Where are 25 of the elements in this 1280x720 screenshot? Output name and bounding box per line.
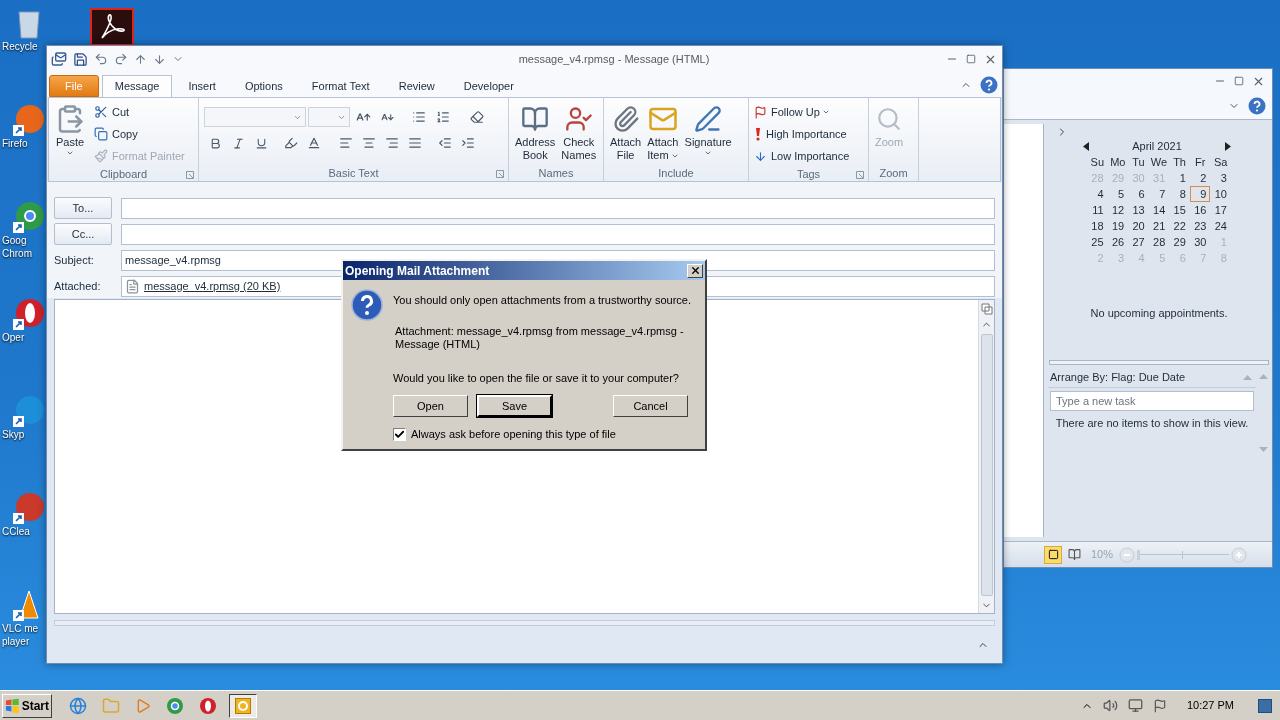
window-title: message_v4.rpmsg - Message (HTML): [517, 51, 711, 67]
group-label: Zoom: [879, 166, 908, 182]
group-label: Basic Text: [328, 166, 379, 182]
dialog-title: Opening Mail Attachment: [345, 262, 491, 280]
weekday-label: Sa: [1212, 155, 1229, 170]
clock: 10:27 PM: [1186, 698, 1234, 714]
attached-label: Attached:: [54, 278, 102, 294]
weekday-label: Su: [1089, 155, 1105, 170]
group-label: Clipboard: [99, 167, 148, 183]
weekday-label: Mo: [1109, 155, 1127, 170]
attachment-info-text: Attachment: message_v4.rpmsg from message_v4.rpmsg - Message (HTML): [394, 324, 685, 351]
weekday-label: Fr: [1193, 155, 1207, 170]
weekday-label: Tu: [1131, 155, 1146, 170]
weekday-label: Th: [1172, 155, 1187, 170]
month-label: April 2021: [1132, 138, 1182, 154]
weekday-label: We: [1149, 155, 1169, 170]
no-appointments-text: No upcoming appointments.: [1090, 305, 1228, 321]
empty-tasks-text: There are no items to show in this view.: [1054, 417, 1250, 430]
group-label: Names: [538, 166, 574, 182]
question-text: Would you like to open the file or save it to your computer?: [393, 370, 680, 386]
zoom-level: 10%: [1091, 547, 1114, 563]
subject-label: Subject:: [54, 252, 95, 268]
warning-text: You should only open attachments from a trustworthy source.: [393, 293, 692, 308]
group-label: Include: [658, 166, 694, 182]
group-label: Tags: [796, 167, 821, 183]
